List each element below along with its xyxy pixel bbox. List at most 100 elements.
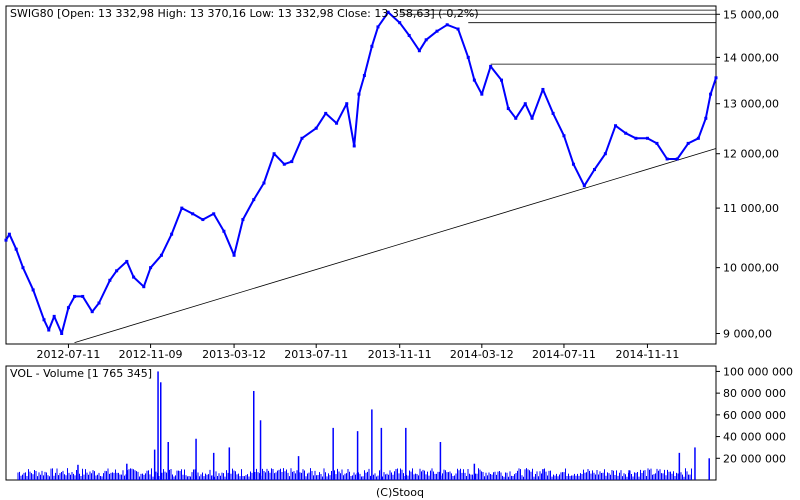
price-point [541, 87, 545, 91]
price-y-axis: 9 000,00 10 000,00 11 000,00 12 000,00 13 00… [716, 8, 779, 340]
price-point [709, 92, 713, 96]
price-plot-frame [5, 5, 717, 345]
price-point [370, 44, 374, 48]
price-point [180, 206, 184, 210]
price-x-tick-label: 2013-11-11 [368, 348, 432, 361]
price-point [603, 152, 607, 156]
volume-y-tick-label: 100 000 000 [723, 365, 793, 378]
price-point [73, 294, 77, 298]
price-point [241, 218, 245, 222]
volume-y-tick-label: 40 000 000 [723, 431, 786, 444]
price-point [407, 33, 411, 37]
price-point [191, 212, 195, 216]
price-point [582, 184, 586, 188]
price-point [472, 78, 476, 82]
price-point [115, 269, 119, 273]
price-point [551, 111, 555, 115]
price-point [456, 27, 460, 31]
volume-y-tick-label: 20 000 000 [723, 452, 786, 465]
price-point [624, 131, 628, 135]
price-point [523, 102, 527, 106]
price-point [645, 136, 649, 140]
price-point [514, 116, 518, 120]
price-point [362, 74, 366, 78]
price-point [232, 253, 236, 257]
price-point [201, 218, 205, 222]
price-x-tick-label: 2014-11-11 [615, 348, 679, 361]
price-point [262, 181, 266, 185]
price-y-tick-label: 9 000,00 [723, 327, 772, 340]
price-point [222, 229, 226, 233]
price-point [252, 198, 256, 202]
price-point [435, 29, 439, 33]
price-point [675, 157, 679, 161]
price-x-axis: 2012-07-11 2012-11-09 2013-03-12 2013-07-11… [36, 344, 679, 361]
price-point [562, 134, 566, 138]
price-point [4, 238, 8, 242]
price-point [376, 25, 380, 29]
price-point [272, 152, 276, 156]
price-point [634, 136, 638, 140]
price-point [60, 331, 64, 335]
price-point [398, 21, 402, 25]
price-point [21, 266, 25, 270]
price-point [530, 116, 534, 120]
price-point [665, 157, 669, 161]
price-point [324, 111, 328, 115]
price-point [704, 116, 708, 120]
price-point [480, 92, 484, 96]
price-point [81, 294, 85, 298]
price-point [212, 212, 216, 216]
chart-stage: SWIG80 [Open: 13 332,98 High: 13 370,16 … [0, 0, 800, 500]
price-x-tick-label: 2013-03-12 [202, 348, 266, 361]
price-point [125, 259, 129, 263]
price-point [500, 78, 504, 82]
price-point [314, 126, 318, 130]
price-x-tick-label: 2012-07-11 [36, 348, 100, 361]
price-x-tick-label: 2014-07-11 [532, 348, 596, 361]
price-point [655, 141, 659, 145]
price-point [97, 301, 101, 305]
footer-credit: (C)Stooq [376, 486, 424, 499]
price-point [696, 136, 700, 140]
price-point [592, 168, 596, 172]
volume-panel: VOL - Volume [1 765 345] 20 000 000 40 00… [5, 365, 793, 481]
price-point [424, 38, 428, 42]
price-y-tick-label: 15 000,00 [723, 8, 779, 21]
volume-y-tick-label: 80 000 000 [723, 387, 786, 400]
price-point [42, 318, 46, 322]
price-y-tick-label: 10 000,00 [723, 262, 779, 275]
price-point [445, 23, 449, 27]
volume-y-tick-label: 60 000 000 [723, 409, 786, 422]
price-x-tick-label: 2012-11-09 [119, 348, 183, 361]
price-point [614, 124, 618, 128]
price-point [335, 121, 339, 125]
price-point [132, 275, 136, 279]
price-point [90, 310, 94, 314]
price-point [142, 285, 146, 289]
price-point [282, 162, 286, 166]
price-point [66, 306, 70, 310]
price-point [714, 76, 718, 80]
chart-canvas: SWIG80 [Open: 13 332,98 High: 13 370,16 … [4, 5, 793, 499]
price-point [159, 253, 163, 257]
price-point [506, 107, 510, 111]
price-point [571, 162, 575, 166]
price-y-tick-label: 11 000,00 [723, 202, 779, 215]
price-point [357, 92, 361, 96]
price-point [489, 64, 493, 68]
volume-y-axis: 20 000 000 40 000 000 60 000 000 80 000 000… [716, 365, 793, 465]
price-x-tick-label: 2014-03-12 [450, 348, 514, 361]
price-point [7, 232, 11, 236]
price-y-tick-label: 14 000,00 [723, 51, 779, 64]
volume-plot-frame [5, 365, 717, 481]
price-panel: SWIG80 [Open: 13 332,98 High: 13 370,16 … [4, 5, 779, 361]
price-point [14, 247, 18, 251]
price-point [149, 266, 153, 270]
price-x-tick-label: 2013-07-11 [284, 348, 348, 361]
price-point [417, 49, 421, 53]
price-y-tick-label: 13 000,00 [723, 98, 779, 111]
price-point [466, 55, 470, 59]
price-point [686, 141, 690, 145]
price-point [300, 136, 304, 140]
